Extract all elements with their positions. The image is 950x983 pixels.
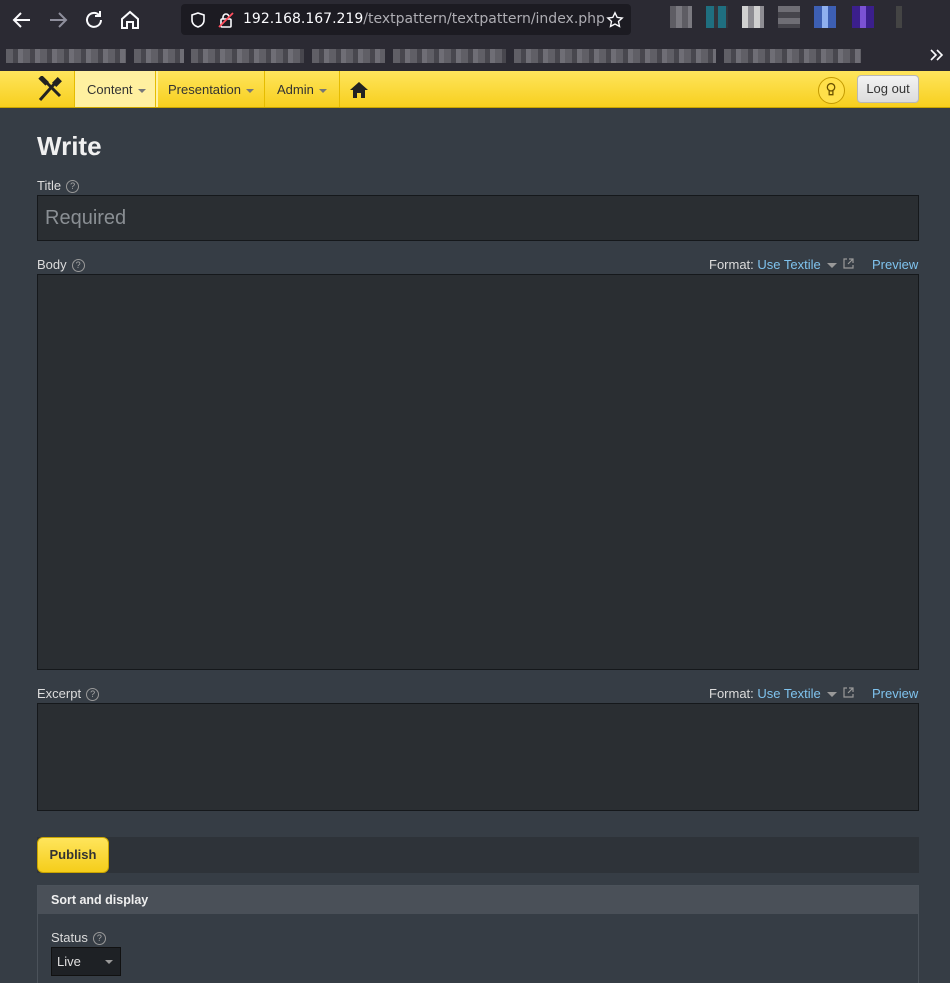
menu-label: Presentation — [168, 82, 241, 97]
caret-down-icon — [318, 88, 327, 93]
url-bar[interactable]: 192.168.167.219/textpattern/textpattern/… — [181, 4, 631, 35]
home-icon[interactable] — [349, 81, 369, 99]
status-value: Live — [57, 954, 81, 969]
title-input[interactable]: Required — [37, 195, 919, 241]
menu-label: Admin — [277, 82, 314, 97]
extension-icon[interactable] — [852, 6, 874, 28]
status-label-text: Status — [51, 930, 88, 945]
body-format-select[interactable]: Use Textile — [757, 257, 820, 272]
publish-button[interactable]: Publish — [37, 837, 109, 873]
url-host: 192.168.167.219 — [243, 11, 364, 27]
excerpt-preview-link[interactable]: Preview — [872, 686, 918, 701]
sort-display-section: Sort and display — [37, 885, 919, 983]
menu-label: Content — [87, 82, 133, 97]
page-title: Write — [37, 131, 102, 161]
help-icon[interactable]: ? — [66, 180, 80, 193]
body-label: Body? — [37, 257, 85, 272]
bookmarks-toolbar — [0, 40, 950, 71]
excerpt-label-text: Excerpt — [37, 686, 82, 701]
menu-content[interactable]: Content — [74, 71, 158, 107]
format-label: Format: — [709, 686, 754, 701]
browser-toolbar: 192.168.167.219/textpattern/textpattern/… — [0, 0, 950, 40]
title-label-text: Title — [37, 178, 62, 193]
bookmark-item[interactable] — [393, 49, 506, 63]
bookmark-item[interactable] — [134, 49, 184, 63]
help-icon[interactable]: ? — [92, 932, 106, 945]
forward-arrow-icon[interactable] — [46, 8, 70, 32]
caret-down-icon[interactable] — [826, 263, 837, 269]
sort-display-heading[interactable]: Sort and display — [38, 886, 918, 914]
menu-admin[interactable]: Admin — [264, 71, 340, 107]
bookmark-item[interactable] — [724, 49, 861, 63]
help-icon[interactable]: ? — [71, 259, 85, 272]
reload-icon[interactable] — [82, 8, 106, 32]
extension-icon[interactable] — [670, 6, 692, 28]
title-label: Title? — [37, 178, 80, 193]
excerpt-format-select[interactable]: Use Textile — [757, 686, 820, 701]
menu-presentation[interactable]: Presentation — [155, 71, 266, 107]
body-preview-link[interactable]: Preview — [872, 257, 918, 272]
body-textarea[interactable] — [37, 274, 919, 670]
bookmark-item[interactable] — [191, 49, 304, 63]
lock-warning-icon[interactable] — [217, 11, 235, 29]
status-select[interactable]: Live — [51, 947, 121, 976]
bookmark-item[interactable] — [312, 49, 385, 63]
bulb-icon[interactable] — [818, 77, 845, 104]
logout-button[interactable]: Log out — [857, 75, 919, 103]
excerpt-label: Excerpt? — [37, 686, 100, 701]
publish-bar — [37, 837, 919, 873]
extension-icon[interactable] — [778, 6, 800, 28]
home-browser-icon[interactable] — [118, 8, 142, 32]
excerpt-format: Format: Use Textile — [709, 686, 854, 701]
excerpt-textarea[interactable] — [37, 703, 919, 811]
caret-down-icon — [246, 88, 254, 93]
caret-down-icon — [105, 960, 113, 964]
star-bookmark-icon[interactable] — [606, 11, 624, 29]
caret-down-icon[interactable] — [826, 692, 837, 698]
external-link-icon[interactable] — [843, 686, 854, 698]
body-format: Format: Use Textile — [709, 257, 854, 272]
textpattern-logo-icon[interactable] — [36, 75, 64, 104]
status-label: Status? — [51, 930, 106, 945]
url-text: 192.168.167.219/textpattern/textpattern/… — [243, 11, 605, 27]
extension-icon[interactable] — [742, 6, 764, 28]
back-arrow-icon[interactable] — [10, 8, 34, 32]
body-label-text: Body — [37, 257, 67, 272]
format-label: Format: — [709, 257, 754, 272]
help-icon[interactable]: ? — [86, 688, 100, 701]
bookmark-item[interactable] — [6, 49, 126, 63]
caret-down-icon — [137, 88, 146, 93]
extension-icon[interactable] — [814, 6, 836, 28]
url-path: /textpattern/textpattern/index.php — [363, 11, 605, 27]
bookmark-item[interactable] — [514, 49, 716, 63]
shield-icon — [189, 11, 207, 29]
external-link-icon[interactable] — [843, 257, 854, 269]
extension-icon[interactable] — [888, 6, 910, 28]
extension-icon[interactable] — [706, 6, 728, 28]
main-navigation: Content Presentation Admin — [0, 71, 950, 108]
chevron-double-right-icon[interactable] — [927, 46, 945, 64]
